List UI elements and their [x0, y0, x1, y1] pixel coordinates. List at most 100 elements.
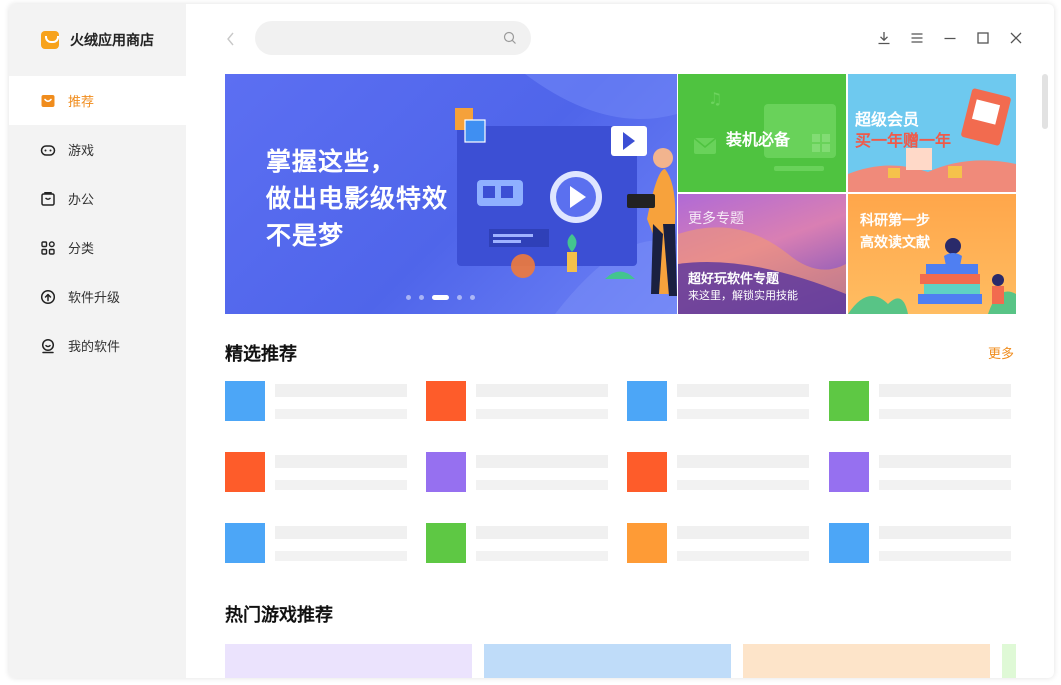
app-desc-placeholder [879, 551, 1011, 561]
carousel-dot[interactable] [457, 295, 462, 300]
app-icon [627, 523, 667, 563]
app-desc-placeholder [879, 409, 1011, 419]
sidebar-item-label: 我的软件 [68, 339, 121, 354]
app-desc-placeholder [275, 551, 407, 561]
sidebar-item-updates[interactable]: 软件升级 [9, 272, 186, 321]
carousel-dot[interactable] [406, 295, 411, 300]
research-tile[interactable]: 科研第一步 高效读文献 [848, 194, 1016, 314]
carousel-dot[interactable] [470, 295, 475, 300]
app-list-item[interactable] [225, 523, 410, 565]
carousel-dot[interactable] [419, 295, 424, 300]
app-name-placeholder [275, 455, 407, 468]
featured-more-link[interactable]: 更多 [988, 343, 1014, 362]
minimize-icon[interactable] [941, 29, 958, 46]
search-input[interactable] [271, 28, 491, 48]
app-desc-placeholder [677, 480, 809, 490]
recommend-icon [40, 93, 56, 109]
sidebar-item-label: 游戏 [68, 143, 95, 158]
essential-apps-tile[interactable]: ♫ 装机必备 [678, 74, 846, 192]
sidebar-item-office[interactable]: 办公 [9, 174, 186, 223]
sidebar-item-games[interactable]: 游戏 [9, 125, 186, 174]
app-name-placeholder [275, 526, 407, 539]
sidebar-item-recommend[interactable]: 推荐 [9, 76, 186, 125]
app-list-item[interactable] [627, 381, 812, 423]
sidebar-item-label: 办公 [68, 192, 95, 207]
store-logo-icon [41, 31, 59, 49]
app-list-item[interactable] [627, 523, 812, 565]
topics-tile-header: 更多专题 [688, 210, 744, 226]
app-icon [426, 523, 466, 563]
app-name-placeholder [677, 526, 809, 539]
app-list-item[interactable] [426, 381, 611, 423]
my-software-icon [40, 338, 56, 354]
game-card[interactable] [225, 644, 472, 678]
app-desc-placeholder [476, 480, 608, 490]
top-bar [186, 4, 1054, 74]
app-desc-placeholder [275, 409, 407, 419]
app-list-item[interactable] [829, 381, 1014, 423]
app-name-placeholder [476, 455, 608, 468]
banner-headline: 掌握这些， 做出电影级特效 不是梦 [266, 144, 448, 255]
app-icon [426, 381, 466, 421]
app-list-item[interactable] [829, 523, 1014, 565]
game-card[interactable] [1002, 644, 1016, 678]
app-desc-placeholder [677, 551, 809, 561]
app-icon [829, 452, 869, 492]
vip-tile-subtitle: 买一年赠一年 [855, 133, 952, 150]
topics-tile-subtitle: 来这里，解锁实用技能 [688, 290, 798, 302]
vip-tile[interactable]: 超级会员 买一年赠一年 [848, 74, 1016, 192]
app-icon [627, 452, 667, 492]
app-list-item[interactable] [225, 452, 410, 494]
game-card[interactable] [484, 644, 731, 678]
download-icon[interactable] [875, 29, 892, 46]
app-list-item[interactable] [426, 523, 611, 565]
brand[interactable]: 火绒应用商店 [9, 4, 186, 76]
app-icon [426, 452, 466, 492]
hot-games-section-title: 热门游戏推荐 [225, 605, 333, 625]
sidebar-item-label: 软件升级 [68, 290, 121, 305]
search-icon[interactable] [503, 31, 517, 45]
maximize-icon[interactable] [974, 29, 991, 46]
app-icon [829, 523, 869, 563]
sidebar-item-label: 推荐 [68, 94, 95, 109]
search-box[interactable] [255, 21, 531, 55]
app-list-item[interactable] [829, 452, 1014, 494]
back-arrow-icon[interactable] [224, 30, 238, 48]
topics-tile-title: 超好玩软件专题 [688, 271, 780, 286]
app-list-item[interactable] [225, 381, 410, 423]
topics-tile[interactable]: 更多专题 超好玩软件专题 来这里，解锁实用技能 [678, 194, 846, 314]
sidebar-item-categories[interactable]: 分类 [9, 223, 186, 272]
scrollbar-thumb[interactable] [1042, 74, 1048, 129]
app-desc-placeholder [677, 409, 809, 419]
featured-section-title: 精选推荐 [225, 344, 297, 364]
banner-carousel[interactable]: 掌握这些， 做出电影级特效 不是梦 [225, 74, 677, 314]
sidebar-item-my-software[interactable]: 我的软件 [9, 321, 186, 370]
game-card[interactable] [743, 644, 990, 678]
app-window: 火绒应用商店 推荐 游戏 办公 分类 软件升级 我的软件 掌握这些， 做出电影级… [9, 4, 1054, 678]
app-icon [225, 381, 265, 421]
app-name-placeholder [677, 384, 809, 397]
carousel-indicators [406, 295, 475, 300]
app-icon [829, 381, 869, 421]
app-name-placeholder [476, 526, 608, 539]
banner-line: 掌握这些， [266, 148, 397, 176]
window-controls [875, 29, 1024, 46]
app-name-placeholder [879, 526, 1011, 539]
app-name-placeholder [476, 384, 608, 397]
app-list-item[interactable] [426, 452, 611, 494]
research-tile-subtitle: 高效读文献 [860, 234, 930, 250]
app-name-placeholder [879, 384, 1011, 397]
app-name-placeholder [275, 384, 407, 397]
app-desc-placeholder [476, 409, 608, 419]
sidebar: 火绒应用商店 推荐 游戏 办公 分类 软件升级 我的软件 [9, 4, 186, 678]
app-name-placeholder [677, 455, 809, 468]
app-desc-placeholder [879, 480, 1011, 490]
app-name-placeholder [879, 455, 1011, 468]
menu-icon[interactable] [908, 29, 925, 46]
close-icon[interactable] [1007, 29, 1024, 46]
app-icon [225, 452, 265, 492]
carousel-dot-active[interactable] [432, 295, 449, 300]
app-list-item[interactable] [627, 452, 812, 494]
sidebar-item-label: 分类 [68, 241, 95, 256]
upgrade-icon [40, 289, 56, 305]
